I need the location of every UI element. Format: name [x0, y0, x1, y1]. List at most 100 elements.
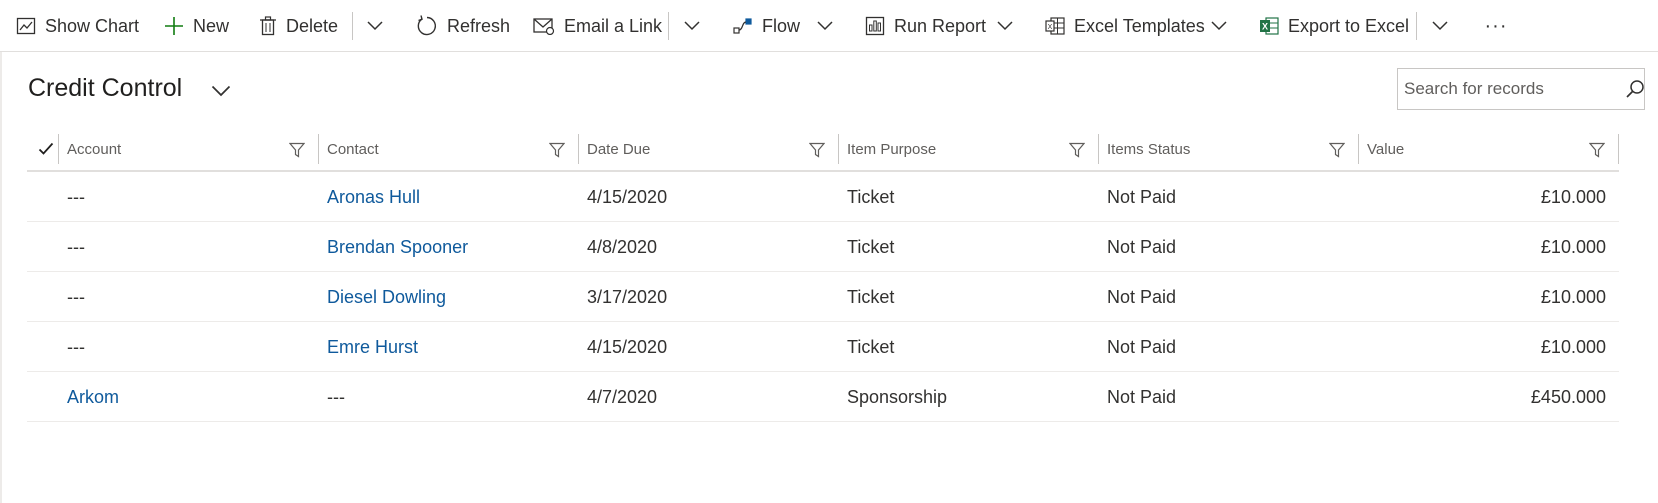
cell-contact-link[interactable]: Brendan Spooner — [318, 222, 468, 272]
grid-header: Account Contact Date Due Item Purpose It… — [27, 126, 1619, 172]
cell-value: £450.000 — [1530, 386, 1606, 407]
cell-item-purpose: Ticket — [847, 236, 895, 257]
email-link-label: Email a Link — [564, 15, 663, 36]
more-commands-chevron[interactable] — [363, 14, 387, 38]
cell-value: £10.000 — [1540, 186, 1606, 207]
more-icon[interactable]: ··· — [1484, 8, 1508, 44]
filter-icon[interactable] — [1328, 141, 1346, 159]
toolbar-divider — [352, 12, 353, 40]
delete-label: Delete — [286, 15, 339, 36]
run-report-button[interactable]: Run Report — [865, 8, 986, 44]
cell-account: --- — [67, 286, 85, 307]
cell-value: £10.000 — [1540, 236, 1606, 257]
excel-templates-label: Excel Templates — [1074, 15, 1205, 36]
refresh-label: Refresh — [447, 15, 511, 36]
filter-icon[interactable] — [548, 141, 566, 159]
column-header-items-status[interactable]: Items Status — [1098, 134, 1358, 164]
excel-template-icon: X — [1045, 17, 1065, 35]
cell-item-purpose: Ticket — [847, 186, 895, 207]
svg-text:X: X — [1262, 22, 1268, 32]
command-bar: Show Chart New Delete Refresh Email a Li… — [0, 0, 1658, 52]
excel-templates-chevron[interactable] — [1207, 14, 1231, 38]
column-header-value[interactable]: Value — [1358, 134, 1618, 164]
table-row[interactable]: --- Brendan Spooner 4/8/2020 Ticket Not … — [27, 222, 1619, 272]
select-all-checkbox[interactable] — [35, 136, 57, 162]
cell-contact-link[interactable]: Aronas Hull — [318, 172, 420, 222]
svg-text:X: X — [1048, 24, 1053, 31]
chevron-down-icon — [684, 21, 700, 31]
table-row[interactable]: Arkom --- 4/7/2020 Sponsorship Not Paid … — [27, 372, 1619, 422]
chart-icon — [16, 17, 36, 35]
filter-icon[interactable] — [1588, 141, 1606, 159]
view-title: Credit Control — [28, 74, 183, 102]
delete-button[interactable]: Delete — [259, 8, 338, 44]
cell-value: £10.000 — [1540, 286, 1606, 307]
cell-date-due: 4/15/2020 — [587, 186, 668, 207]
search-icon[interactable] — [1625, 69, 1645, 109]
export-excel-chevron[interactable] — [1428, 14, 1452, 38]
chevron-down-icon — [817, 21, 833, 31]
email-link-chevron[interactable] — [680, 14, 704, 38]
filter-icon[interactable] — [1068, 141, 1086, 159]
column-header-label: Value — [1367, 140, 1405, 158]
cell-contact: --- — [327, 386, 345, 407]
show-chart-label: Show Chart — [45, 15, 140, 36]
show-chart-button[interactable]: Show Chart — [16, 8, 139, 44]
filter-icon[interactable] — [288, 141, 306, 159]
column-header-label: Contact — [327, 140, 379, 158]
column-header-label: Account — [67, 140, 122, 158]
cell-items-status: Not Paid — [1107, 336, 1177, 357]
report-icon — [865, 16, 885, 36]
column-header-contact[interactable]: Contact — [318, 134, 578, 164]
chevron-down-icon — [211, 85, 231, 97]
cell-date-due: 3/17/2020 — [587, 286, 668, 307]
run-report-chevron[interactable] — [993, 14, 1017, 38]
trash-icon — [260, 16, 276, 36]
new-button[interactable]: New — [164, 8, 229, 44]
chevron-down-icon — [1432, 21, 1448, 31]
email-link-icon — [533, 18, 555, 35]
table-row[interactable]: --- Emre Hurst 4/15/2020 Ticket Not Paid… — [27, 322, 1619, 372]
flow-chevron[interactable] — [813, 14, 837, 38]
cell-account: --- — [67, 186, 85, 207]
flow-icon — [733, 18, 752, 34]
search-input[interactable] — [1398, 69, 1625, 109]
cell-items-status: Not Paid — [1107, 186, 1177, 207]
cell-items-status: Not Paid — [1107, 286, 1177, 307]
run-report-label: Run Report — [894, 15, 987, 36]
column-header-date-due[interactable]: Date Due — [578, 134, 838, 164]
cell-item-purpose: Ticket — [847, 286, 895, 307]
table-row[interactable]: --- Aronas Hull 4/15/2020 Ticket Not Pai… — [27, 172, 1619, 222]
flow-button[interactable]: Flow — [733, 8, 800, 44]
plus-icon — [165, 17, 183, 35]
email-link-button[interactable]: Email a Link — [533, 8, 662, 44]
filter-icon[interactable] — [808, 141, 826, 159]
cell-account-link[interactable]: Arkom — [58, 372, 119, 422]
column-divider — [1618, 134, 1619, 164]
column-header-label: Items Status — [1107, 140, 1191, 158]
cell-account: --- — [67, 336, 85, 357]
toolbar-divider — [668, 12, 669, 40]
new-label: New — [193, 15, 230, 36]
cell-date-due: 4/8/2020 — [587, 236, 658, 257]
refresh-button[interactable]: Refresh — [416, 8, 510, 44]
column-header-item-purpose[interactable]: Item Purpose — [838, 134, 1098, 164]
cell-items-status: Not Paid — [1107, 386, 1177, 407]
table-row[interactable]: --- Diesel Dowling 3/17/2020 Ticket Not … — [27, 272, 1619, 322]
chevron-down-icon — [997, 21, 1013, 31]
left-border — [0, 52, 2, 503]
export-to-excel-button[interactable]: X Export to Excel — [1259, 8, 1409, 44]
cell-date-due: 4/15/2020 — [587, 336, 668, 357]
search-box — [1397, 68, 1645, 110]
records-grid: Account Contact Date Due Item Purpose It… — [27, 126, 1619, 422]
cell-contact-link[interactable]: Diesel Dowling — [318, 272, 446, 322]
column-header-account[interactable]: Account — [58, 134, 318, 164]
cell-items-status: Not Paid — [1107, 236, 1177, 257]
cell-value: £10.000 — [1540, 336, 1606, 357]
cell-contact-link[interactable]: Emre Hurst — [318, 322, 418, 372]
cell-date-due: 4/7/2020 — [587, 386, 658, 407]
view-selector-chevron[interactable] — [208, 78, 234, 104]
export-to-excel-label: Export to Excel — [1288, 15, 1410, 36]
excel-templates-button[interactable]: X Excel Templates — [1045, 8, 1205, 44]
column-header-label: Date Due — [587, 140, 651, 158]
